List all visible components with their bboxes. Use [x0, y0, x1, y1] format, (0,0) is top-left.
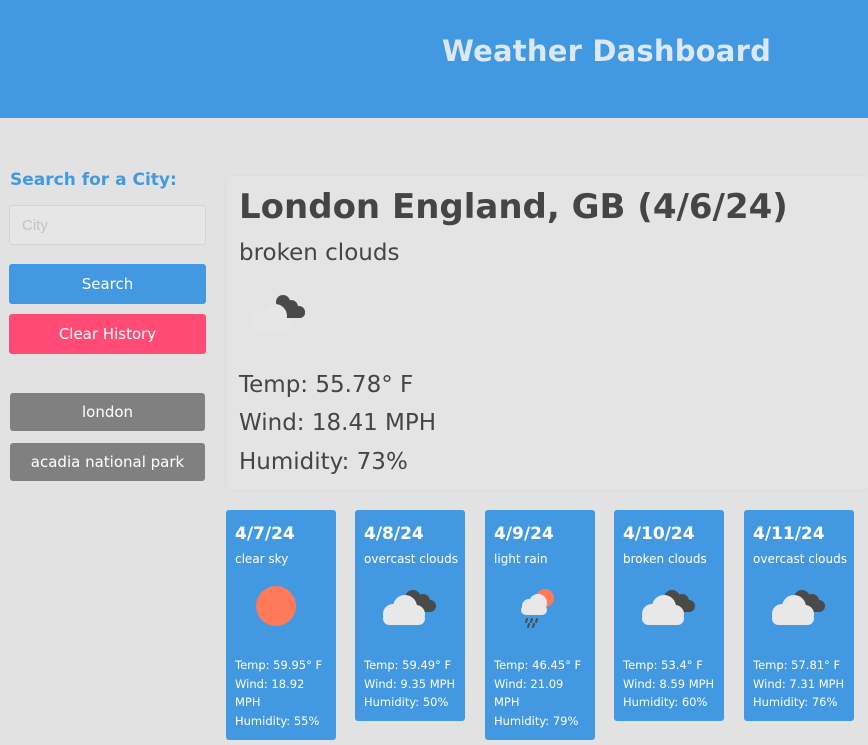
- current-temp: Temp: 55.78° F: [239, 372, 414, 398]
- forecast-card: 4/9/24 light rain Temp: 46.45° F Wind: 2…: [485, 510, 595, 740]
- forecast-card: 4/10/24 broken clouds Temp: 53.4° F Wind…: [614, 510, 724, 721]
- forecast-wind: Wind: 9.35 MPH: [364, 676, 456, 691]
- forecast-description: clear sky: [235, 552, 289, 566]
- forecast-card: 4/7/24 clear sky Temp: 59.95° F Wind: 18…: [226, 510, 336, 740]
- search-label: Search for a City:: [10, 170, 177, 190]
- forecast-humidity: Humidity: 60%: [623, 695, 708, 710]
- broken-clouds-icon: [245, 288, 311, 336]
- header: Weather Dashboard: [0, 0, 868, 118]
- forecast-date: 4/11/24: [753, 524, 825, 544]
- forecast-date: 4/7/24: [235, 524, 295, 544]
- forecast-temp: Temp: 59.49° F: [364, 658, 452, 672]
- current-weather-panel: London England, GB (4/6/24) broken cloud…: [227, 176, 868, 490]
- broken-clouds-icon: [638, 582, 700, 630]
- forecast-temp: Temp: 59.95° F: [235, 658, 323, 672]
- forecast-wind: Wind: 21.09 MPH: [494, 676, 564, 710]
- sun-icon: [250, 582, 312, 630]
- history-item-acadia-national-park[interactable]: acadia national park: [10, 443, 205, 481]
- forecast-humidity: Humidity: 79%: [494, 714, 579, 729]
- forecast-wind: Wind: 18.92 MPH: [235, 676, 305, 710]
- forecast-wind: Wind: 8.59 MPH: [623, 676, 715, 691]
- light-rain-icon: [509, 582, 571, 630]
- overcast-clouds-icon: [768, 582, 830, 630]
- overcast-clouds-icon: [379, 582, 441, 630]
- current-humidity: Humidity: 73%: [239, 449, 408, 475]
- forecast-temp: Temp: 53.4° F: [623, 658, 703, 672]
- forecast-temp: Temp: 57.81° F: [753, 658, 841, 672]
- history-item-london[interactable]: london: [10, 393, 205, 431]
- forecast-humidity: Humidity: 50%: [364, 695, 449, 710]
- clear-history-button[interactable]: Clear History: [9, 314, 206, 354]
- search-button[interactable]: Search: [9, 264, 206, 304]
- current-wind: Wind: 18.41 MPH: [239, 410, 437, 436]
- forecast-date: 4/9/24: [494, 524, 554, 544]
- city-search-input[interactable]: [9, 205, 206, 245]
- forecast-description: light rain: [494, 552, 548, 566]
- forecast-description: overcast clouds: [753, 552, 847, 566]
- forecast-temp: Temp: 46.45° F: [494, 658, 582, 672]
- forecast-card: 4/8/24 overcast clouds Temp: 59.49° F Wi…: [355, 510, 465, 721]
- forecast-date: 4/10/24: [623, 524, 695, 544]
- forecast-description: overcast clouds: [364, 552, 458, 566]
- forecast-date: 4/8/24: [364, 524, 424, 544]
- forecast-description: broken clouds: [623, 552, 707, 566]
- forecast-humidity: Humidity: 76%: [753, 695, 838, 710]
- current-city-date: London England, GB (4/6/24): [239, 187, 788, 227]
- forecast-wind: Wind: 7.31 MPH: [753, 676, 845, 691]
- current-description: broken clouds: [239, 240, 400, 266]
- page-title: Weather Dashboard: [442, 34, 772, 68]
- forecast-humidity: Humidity: 55%: [235, 714, 320, 729]
- forecast-card: 4/11/24 overcast clouds Temp: 57.81° F W…: [744, 510, 854, 721]
